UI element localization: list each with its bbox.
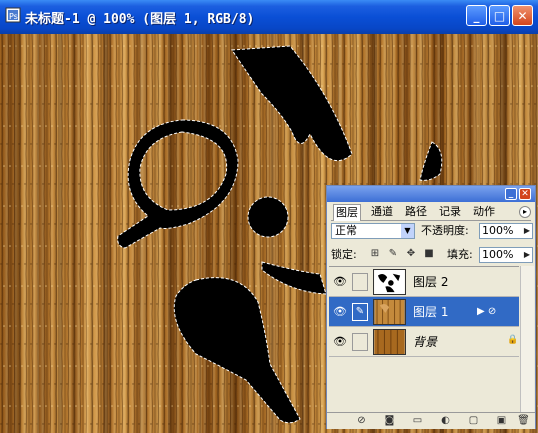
tab-channels[interactable]: 通道	[369, 204, 395, 219]
adjustment-layer-icon[interactable]: ◐	[439, 415, 452, 427]
layer-row-selected[interactable]: 👁 ✎ 图层 1 ▶ ⊘	[329, 297, 519, 327]
svg-text:Ps: Ps	[9, 12, 18, 21]
palette-close-button[interactable]: ✕	[519, 188, 531, 200]
eye-icon[interactable]: 👁	[331, 273, 349, 291]
blend-mode-value: 正常	[335, 224, 357, 237]
palette-title-bar[interactable]: _ ✕	[327, 186, 535, 202]
layer-thumbnail	[373, 299, 406, 325]
lock-label: 锁定:	[331, 248, 357, 261]
lock-transparent-icon[interactable]: ⊞	[369, 248, 381, 260]
palette-tabs: 图层 通道 路径 记录 动作 ▸	[331, 204, 531, 221]
lock-pixels-icon[interactable]: ✎	[387, 248, 399, 260]
layers-scrollbar[interactable]	[520, 266, 534, 412]
link-layers-icon[interactable]: ⊘	[355, 415, 368, 427]
palette-menu-button[interactable]: ▸	[519, 206, 531, 218]
eye-icon[interactable]: 👁	[331, 303, 349, 321]
lock-icon: 🔒	[507, 335, 519, 345]
close-button[interactable]: ✕	[512, 5, 533, 26]
delete-layer-icon[interactable]: 🗑	[517, 415, 530, 427]
minimize-button[interactable]: _	[466, 5, 487, 26]
layer-link-box[interactable]	[352, 333, 368, 351]
minimize-icon: _	[508, 188, 514, 199]
new-layer-icon[interactable]: ▣	[495, 415, 508, 427]
layer-name: 图层 1	[413, 305, 449, 319]
layers-list: 👁 图层 2 👁 ✎ 图层 1 ▶ ⊘ 👁 背景 🔒	[329, 266, 519, 413]
title-bar[interactable]: Ps 未标题-1 @ 100% (图层 1, RGB/8) _ □ ✕	[0, 0, 538, 34]
palette-bottom-bar: ⊘ ◙ ▭ ◐ ▢ ▣ 🗑	[327, 412, 535, 429]
chevron-right-icon[interactable]: ▶	[522, 224, 532, 238]
layers-palette[interactable]: _ ✕ 图层 通道 路径 记录 动作 ▸ 正常 ▼ 不透明度: 100% ▶ 锁…	[326, 185, 536, 429]
maximize-button[interactable]: □	[489, 5, 510, 26]
opacity-label: 不透明度:	[421, 224, 469, 237]
fill-value: 100%	[482, 248, 514, 261]
layer-thumbnail	[373, 329, 406, 355]
opacity-field[interactable]: 100% ▶	[479, 223, 533, 239]
chevron-right-icon[interactable]: ▶	[522, 248, 532, 262]
fill-label: 填充:	[447, 248, 473, 261]
layer-row[interactable]: 👁 背景 🔒	[329, 327, 519, 357]
close-icon: ✕	[521, 188, 529, 199]
opacity-value: 100%	[482, 224, 514, 237]
brush-icon[interactable]: ✎	[352, 303, 368, 321]
window-title: 未标题-1 @ 100% (图层 1, RGB/8)	[25, 12, 255, 27]
maximize-icon: □	[493, 8, 506, 23]
tab-actions[interactable]: 动作	[471, 204, 497, 219]
chevron-down-icon: ▼	[401, 224, 414, 238]
close-icon: ✕	[517, 8, 528, 23]
palette-menu-icon: ▸	[522, 207, 527, 216]
layer-row[interactable]: 👁 图层 2	[329, 267, 519, 297]
new-group-icon[interactable]: ▭	[411, 415, 424, 427]
tab-history[interactable]: 记录	[437, 204, 463, 219]
fill-field[interactable]: 100% ▶	[479, 247, 533, 263]
photoshop-document-icon: Ps	[5, 7, 21, 23]
add-style-icon[interactable]: ◙	[383, 415, 396, 427]
lock-all-icon[interactable]: ■	[423, 248, 435, 260]
layer-link-box[interactable]	[352, 273, 368, 291]
layer-name: 背景	[413, 335, 438, 349]
lock-position-icon[interactable]: ✥	[405, 248, 417, 260]
blend-mode-select[interactable]: 正常 ▼	[331, 223, 415, 239]
tab-paths[interactable]: 路径	[403, 204, 429, 219]
palette-minimize-button[interactable]: _	[505, 188, 517, 200]
eye-icon[interactable]: 👁	[331, 333, 349, 351]
layer-thumbnail	[373, 269, 406, 295]
layer-effects-icon[interactable]: ▶ ⊘	[477, 305, 496, 319]
tab-layers[interactable]: 图层	[333, 204, 361, 221]
layer-name: 图层 2	[413, 275, 449, 289]
minimize-icon: _	[473, 8, 480, 23]
add-mask-icon[interactable]: ▢	[467, 415, 480, 427]
